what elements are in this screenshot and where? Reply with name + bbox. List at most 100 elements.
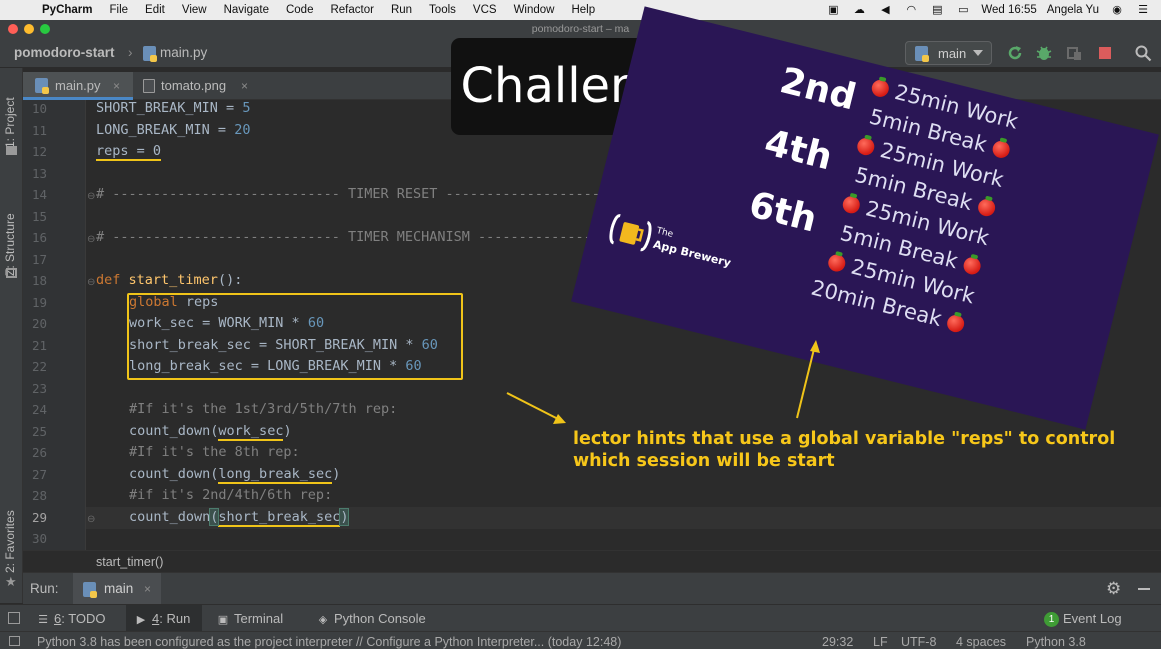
- structure-tool-tab[interactable]: Z: Structure: [3, 213, 17, 276]
- notification-center-icon[interactable]: ☰: [1135, 4, 1151, 16]
- fold-marker-icon[interactable]: ⊖: [87, 234, 95, 245]
- file-encoding[interactable]: UTF-8: [901, 635, 936, 649]
- menu-bar: PyCharm File Edit View Navigate Code Ref…: [0, 0, 1161, 20]
- terminal-icon: ▣: [217, 614, 229, 626]
- ordinal-label: 6th: [744, 184, 821, 241]
- status-message[interactable]: Python 3.8 has been configured as the pr…: [37, 635, 621, 649]
- menu-refactor[interactable]: Refactor: [330, 4, 373, 16]
- menu-help[interactable]: Help: [571, 4, 595, 16]
- code-breadcrumb-bar: start_timer(): [23, 550, 1161, 572]
- run-tool-tab[interactable]: ▶ 4: Run: [126, 605, 202, 632]
- tomato-icon: [855, 136, 877, 157]
- user-name[interactable]: Angela Yu: [1047, 4, 1099, 16]
- beer-mug-icon: [609, 214, 652, 252]
- line-number: 19: [31, 295, 47, 310]
- line-number: 28: [31, 488, 47, 503]
- event-log-tool-tab[interactable]: 1 Event Log: [1044, 605, 1154, 632]
- close-run-tab-icon[interactable]: ×: [144, 582, 151, 596]
- line-number: 15: [31, 209, 47, 224]
- fold-marker-icon[interactable]: ⊖: [87, 514, 95, 525]
- terminal-tool-tab[interactable]: ▣ Terminal: [216, 605, 306, 632]
- breadcrumb-file[interactable]: main.py: [160, 45, 207, 60]
- indent-setting[interactable]: 4 spaces: [956, 635, 1006, 649]
- project-tool-tab[interactable]: 1: Project: [3, 97, 17, 148]
- caret-position[interactable]: 29:32: [822, 635, 853, 649]
- code-line-11: LONG_BREAK_MIN = 20: [96, 122, 251, 138]
- line-number: 14: [31, 187, 47, 202]
- menu-navigate[interactable]: Navigate: [224, 4, 269, 16]
- tomato-icon: [961, 255, 983, 277]
- wifi-icon[interactable]: ◠: [903, 4, 919, 16]
- window-titlebar: pomodoro-start – ma: [0, 20, 1161, 38]
- coverage-icon[interactable]: [1065, 44, 1083, 62]
- line-number: 29: [31, 510, 47, 525]
- status-panel-icon[interactable]: [9, 636, 20, 646]
- python-console-tool-tab[interactable]: ◈ Python Console: [316, 605, 446, 632]
- line-number: 22: [31, 359, 47, 374]
- python-file-icon: [35, 78, 49, 94]
- menu-file[interactable]: File: [110, 4, 129, 16]
- screen-record-icon[interactable]: ▣: [825, 4, 841, 16]
- breadcrumb-project[interactable]: pomodoro-start: [14, 45, 115, 60]
- battery-icon[interactable]: ▭: [955, 4, 971, 16]
- run-tool-window-header: Run: main × ⚙: [23, 572, 1161, 605]
- code-line-29: count_down(short_break_sec): [129, 508, 350, 527]
- menu-tools[interactable]: Tools: [429, 4, 456, 16]
- search-icon[interactable]: [1134, 44, 1152, 62]
- flag-icon[interactable]: ▤: [929, 4, 945, 16]
- line-number: 27: [31, 467, 47, 482]
- menu-run[interactable]: Run: [391, 4, 412, 16]
- cloud-icon[interactable]: ☁: [851, 4, 867, 16]
- rerun-icon[interactable]: [1006, 44, 1024, 62]
- layout-toggle-icon[interactable]: [8, 612, 20, 624]
- close-tab-icon[interactable]: ×: [241, 72, 248, 100]
- tab-label: main.py: [55, 78, 101, 93]
- menu-code[interactable]: Code: [286, 4, 314, 16]
- fold-marker-icon[interactable]: ⊖: [87, 277, 95, 288]
- favorites-tool-tab[interactable]: 2: Favorites: [3, 510, 17, 573]
- tomato-icon: [826, 252, 848, 274]
- zoom-window-button[interactable]: [40, 24, 50, 34]
- menu-window[interactable]: Window: [514, 4, 555, 16]
- menu-vcs[interactable]: VCS: [473, 4, 497, 16]
- breadcrumb-separator: ›: [128, 45, 133, 60]
- code-breadcrumb[interactable]: start_timer(): [96, 555, 163, 569]
- tab-tomato-png[interactable]: tomato.png ×: [135, 72, 255, 100]
- interpreter-setting[interactable]: Python 3.8: [1026, 635, 1086, 649]
- image-file-icon: [143, 79, 155, 93]
- menubar-status-area: ▣ ☁ ◀ ◠ ▤ ▭ Wed 16:55 Angela Yu ◉ ☰: [825, 0, 1151, 20]
- code-line-26: #If it's the 8th rep:: [129, 444, 300, 460]
- debug-icon[interactable]: [1035, 44, 1053, 62]
- line-number: 16: [31, 230, 47, 245]
- list-icon: ☰: [38, 614, 48, 626]
- menu-edit[interactable]: Edit: [145, 4, 165, 16]
- line-number: 24: [31, 402, 47, 417]
- close-tab-icon[interactable]: ×: [113, 72, 120, 100]
- line-number: 21: [31, 338, 47, 353]
- line-separator[interactable]: LF: [873, 635, 888, 649]
- line-number: 26: [31, 445, 47, 460]
- star-icon: ★: [5, 574, 17, 589]
- clock[interactable]: Wed 16:55: [981, 4, 1036, 16]
- todo-tool-tab[interactable]: ☰ 6: TODO: [36, 605, 122, 632]
- volume-icon[interactable]: ◀: [877, 4, 893, 16]
- tab-main-py[interactable]: main.py ×: [23, 72, 133, 100]
- menu-app[interactable]: PyCharm: [42, 4, 93, 16]
- line-number: 10: [31, 101, 47, 116]
- run-configuration-select[interactable]: main: [905, 41, 992, 65]
- gear-icon[interactable]: ⚙: [1106, 579, 1121, 599]
- brand-name: App Brewery: [651, 237, 733, 270]
- close-window-button[interactable]: [8, 24, 18, 34]
- siri-icon[interactable]: ◉: [1109, 4, 1125, 16]
- fold-marker-icon[interactable]: ⊖: [87, 191, 95, 202]
- code-line-27: count_down(long_break_sec): [129, 466, 341, 484]
- run-tab-main[interactable]: main ×: [73, 573, 161, 605]
- reps-declaration-highlight: reps = 0: [96, 143, 162, 161]
- minimize-panel-icon[interactable]: [1138, 588, 1150, 590]
- minimize-window-button[interactable]: [24, 24, 34, 34]
- stop-icon[interactable]: [1096, 44, 1114, 62]
- menu-view[interactable]: View: [182, 4, 207, 16]
- window-title: pomodoro-start – ma: [531, 23, 630, 35]
- line-number: 30: [31, 531, 47, 546]
- tomato-icon: [976, 197, 997, 218]
